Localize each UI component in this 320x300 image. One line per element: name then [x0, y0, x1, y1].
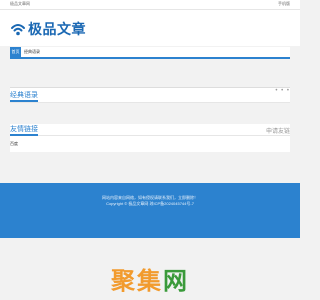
apply-link-button[interactable]: 申请友链: [266, 126, 290, 135]
friend-links-section: 友情链接 申请友链 百度: [10, 124, 290, 152]
more-icon[interactable]: • • •: [275, 88, 290, 94]
footer-copyright: Copyright © 极品文章网 琼ICP备2024045744号-7: [106, 201, 194, 206]
classic-quotes-section: 经典语录 • • •: [10, 87, 290, 103]
watermark-logo: 聚集网: [0, 261, 300, 296]
section-title: 友情链接: [10, 125, 38, 136]
watermark-text-a: 聚集: [111, 267, 163, 295]
logo[interactable]: 极品文章: [10, 18, 86, 40]
nav-item-home[interactable]: 首页: [10, 47, 21, 57]
logo-text: 极品文章: [28, 21, 86, 37]
section-header: 友情链接 申请友链: [10, 124, 290, 136]
main-nav: 首页 经典语录: [10, 47, 290, 59]
site-name-link[interactable]: 极品文章网: [10, 1, 30, 7]
watermark-text-b: 网: [163, 267, 189, 295]
footer: 网站内容来自网络，如有侵权请联系我们，立即删除！ Copyright © 极品文…: [0, 183, 300, 238]
divider: [10, 102, 290, 103]
mobile-version-link[interactable]: 手机版: [278, 1, 290, 7]
section-title[interactable]: 经典语录: [10, 91, 38, 102]
nav-item-classic-quotes[interactable]: 经典语录: [24, 47, 40, 57]
header: 极品文章: [0, 10, 300, 46]
top-bar: 极品文章网 手机版: [0, 0, 300, 10]
wifi-signal-icon: [11, 24, 25, 36]
page: 极品文章网 手机版 极品文章 首页 经典语录 经典语录 • • • 友情链接 申…: [0, 0, 300, 300]
friend-link-item[interactable]: 百度: [10, 141, 18, 147]
